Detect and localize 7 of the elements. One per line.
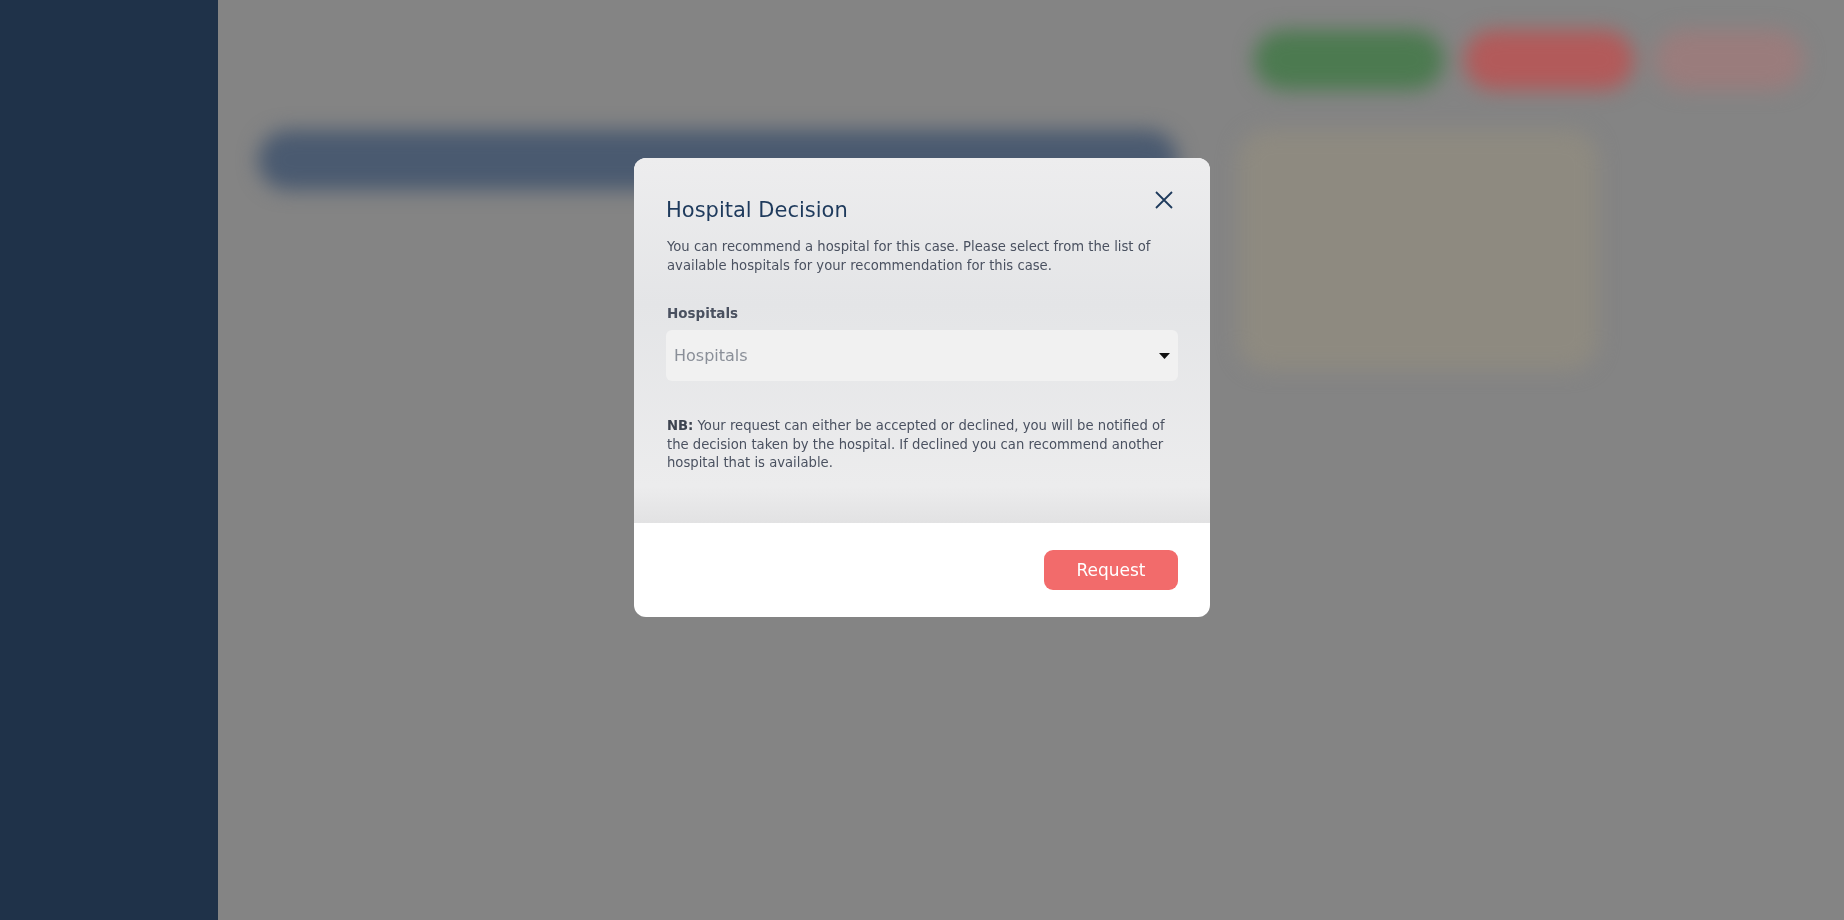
note-text: NB: Your request can either be accepted or declined, you will be notified of the decision taken by the hospital. If declined you can recommend another hospital that is available. xyxy=(667,417,1166,472)
dialog-title: Hospital Decision xyxy=(666,198,848,222)
hospital-select[interactable]: Hospitals xyxy=(666,330,1178,381)
request-button[interactable]: Request xyxy=(1044,549,1178,590)
caret-icon xyxy=(1159,352,1170,359)
description-text: You can recommend a hospital for this case. Please select from the list of available hospitals for your recommendation for this case. xyxy=(667,238,1152,275)
field-label: Hospitals xyxy=(667,305,740,321)
